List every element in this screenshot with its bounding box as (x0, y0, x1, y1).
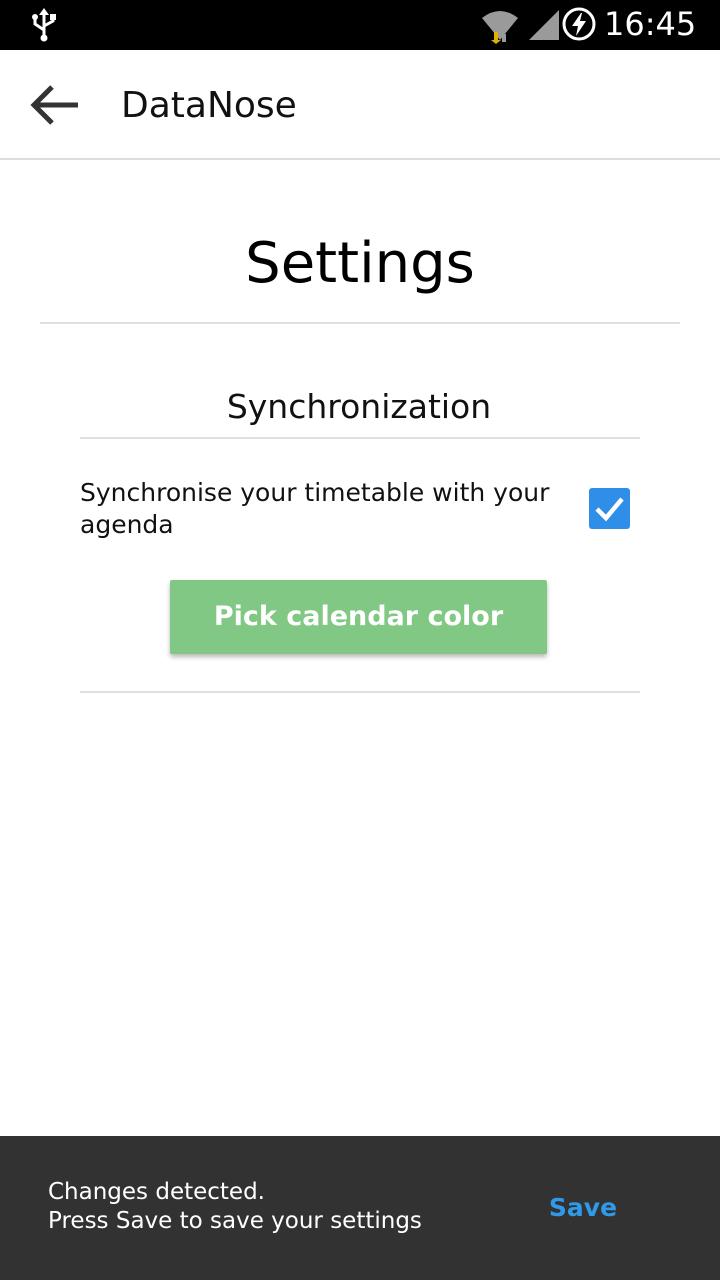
arrow-back-icon[interactable] (28, 83, 84, 127)
wifi-icon (482, 11, 518, 44)
divider (80, 437, 640, 439)
pick-calendar-color-button[interactable]: Pick calendar color (170, 580, 547, 654)
signal-icon (529, 10, 559, 40)
divider (40, 322, 680, 324)
screen: 16:45 DataNose Settings Synchronization … (0, 0, 720, 1280)
sync-setting-label: Synchronise your timetable with your age… (80, 478, 550, 539)
snackbar-message: Changes detected. Press Save to save you… (48, 1178, 518, 1236)
app-title: DataNose (121, 85, 297, 126)
divider (80, 691, 640, 693)
snackbar-message-line2: Press Save to save your settings (48, 1208, 422, 1234)
status-bar: 16:45 (0, 0, 720, 50)
app-bar: DataNose (0, 50, 720, 160)
snackbar-message-line1: Changes detected. (48, 1179, 265, 1205)
status-time: 16:45 (604, 5, 697, 43)
usb-icon (32, 8, 56, 42)
page-title: Settings (245, 231, 475, 296)
snackbar: Changes detected. Press Save to save you… (0, 1136, 720, 1280)
section-title-synchronization: Synchronization (226, 387, 492, 426)
sync-checkbox[interactable] (589, 488, 630, 529)
save-button[interactable]: Save (540, 1190, 626, 1226)
battery-charging-icon (562, 7, 596, 41)
checkmark-icon (595, 497, 624, 522)
